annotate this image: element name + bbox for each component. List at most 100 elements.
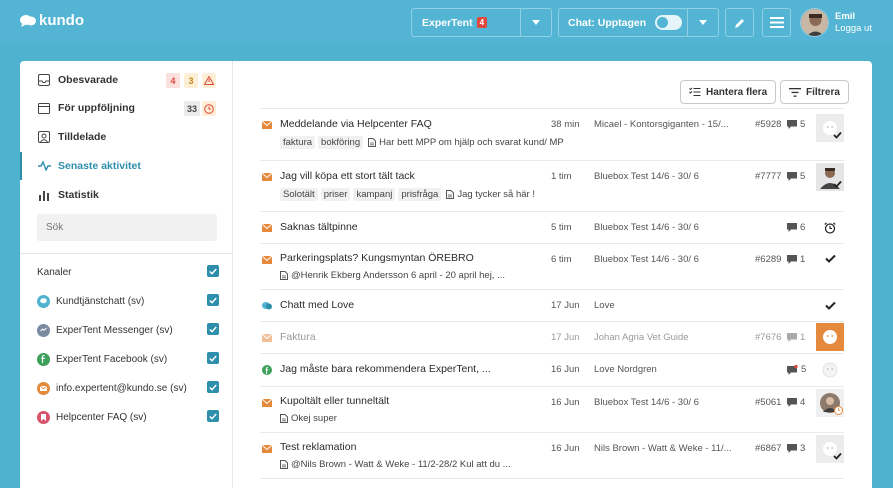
tag[interactable]: prisfråga — [398, 188, 442, 201]
alarm-clock-icon — [824, 222, 836, 234]
checkbox-channel[interactable] — [207, 381, 219, 393]
brand-label: ExperTent — [422, 16, 473, 29]
row-status — [816, 435, 844, 463]
comment-unread-icon — [787, 364, 798, 375]
mail-icon — [262, 399, 272, 407]
avatar[interactable] — [800, 8, 829, 37]
nav-label: Senaste aktivitet — [58, 160, 141, 172]
conversation-row[interactable]: Chatt med Love 17 Jun Love — [260, 289, 844, 321]
mail-icon — [37, 381, 50, 395]
checkbox-channel[interactable] — [207, 352, 219, 364]
channel-facebook[interactable]: ExperTent Facebook (sv) — [37, 351, 219, 367]
row-subject[interactable]: Meddelande via Helpcenter FAQ — [280, 118, 432, 130]
filter-label: Filtrera — [806, 86, 840, 98]
nav-unanswered[interactable]: Obesvarade 4 3 — [20, 66, 233, 94]
conversation-row[interactable]: Jag vill köpa ett stort tält tack 1 tim … — [260, 160, 844, 211]
row-time: 16 Jun — [551, 443, 580, 454]
row-subject[interactable]: Kupoltält eller tunneltält — [280, 395, 389, 407]
chat-bubbles-icon — [37, 294, 50, 308]
brand-dropdown-toggle[interactable] — [520, 9, 551, 36]
conversation-row[interactable]: Meddelande via Helpcenter FAQ 38 min Mic… — [260, 108, 844, 160]
tag[interactable]: bokföring — [318, 136, 364, 149]
chat-status-label: Chat: Upptagen — [568, 16, 647, 29]
count-urgent: 4 — [166, 73, 180, 88]
row-meta: @Nils Brown - Watt & Weke - 11/2-28/2 Ku… — [280, 459, 511, 470]
nav-followup[interactable]: För uppföljning 33 — [20, 94, 233, 122]
filter-button[interactable]: Filtrera — [780, 80, 849, 104]
nav-assigned[interactable]: Tilldelade — [20, 123, 233, 151]
user-menu[interactable]: Emil Logga ut — [800, 8, 872, 37]
row-author: Johan Agria Vet Guide — [594, 332, 689, 343]
row-subject[interactable]: Jag måste bara rekommendera ExperTent, .… — [280, 363, 491, 375]
note-icon — [446, 190, 455, 199]
count-followup: 33 — [184, 101, 200, 116]
mail-icon — [262, 173, 272, 181]
channel-label: Helpcenter FAQ (sv) — [56, 411, 147, 423]
chat-status-select[interactable]: Chat: Upptagen — [558, 8, 719, 37]
row-time: 16 Jun — [551, 364, 580, 375]
row-snippet: Jag tycker så här ! — [457, 189, 535, 200]
conversation-row[interactable]: Jag måste bara rekommendera ExperTent, .… — [260, 353, 844, 386]
manage-multiple-button[interactable]: Hantera flera — [680, 80, 777, 104]
row-time: 5 tim — [551, 222, 572, 233]
mail-icon — [262, 224, 272, 232]
checkbox-channel[interactable] — [207, 323, 219, 335]
row-author: Bluebox Test 14/6 - 30/ 6 — [594, 254, 699, 265]
conversation-row[interactable]: Test reklamation 16 Jun Nils Brown - Wat… — [260, 432, 844, 478]
chat-toggle[interactable] — [655, 15, 683, 30]
conversation-row[interactable]: Faktura 17 Jun Johan Agria Vet Guide #76… — [260, 321, 844, 353]
chevron-down-icon — [532, 20, 540, 25]
tag[interactable]: priser — [320, 188, 351, 201]
row-subject[interactable]: Test reklamation — [280, 441, 356, 453]
tag[interactable]: faktura — [280, 136, 316, 149]
chat-dropdown-toggle[interactable] — [687, 9, 718, 36]
chat-bubbles-icon — [262, 302, 272, 310]
row-comments: 5 — [787, 171, 805, 182]
menu-button[interactable] — [762, 8, 791, 37]
conversation-row[interactable]: Kupoltält eller tunneltält 16 Jun Bluebo… — [260, 386, 844, 432]
row-status — [816, 356, 844, 384]
nav-recent-activity[interactable]: Senaste aktivitet — [20, 152, 233, 180]
row-id: #7777 — [755, 171, 782, 182]
kundo-logo[interactable]: kundo — [20, 12, 84, 29]
divider — [20, 253, 233, 254]
channel-email[interactable]: info.expertent@kundo.se (sv) — [37, 380, 219, 396]
note-icon — [368, 138, 377, 147]
tag[interactable]: kampanj — [353, 188, 396, 201]
user-name: Emil — [835, 10, 856, 22]
conversation-row[interactable]: Parkeringsplats? Kungsmyntan ÖREBRO 6 ti… — [260, 243, 844, 289]
nav-statistics[interactable]: Statistik — [20, 181, 233, 209]
row-subject[interactable]: Chatt med Love — [280, 299, 354, 311]
compose-button[interactable] — [725, 8, 754, 37]
check-icon — [209, 413, 217, 420]
filter-icon — [789, 87, 801, 97]
tag[interactable]: Solotält — [280, 188, 318, 201]
comment-count: 5 — [800, 119, 806, 130]
row-id: #6289 — [755, 254, 782, 265]
row-status — [816, 323, 844, 351]
checkbox-channel[interactable] — [207, 410, 219, 422]
sidebar: Obesvarade 4 3 För uppföljning 33 Tillde… — [20, 61, 233, 488]
checkbox-all-channels[interactable] — [207, 265, 219, 277]
row-subject[interactable]: Jag vill köpa ett stort tält tack — [280, 170, 415, 182]
checkbox-channel[interactable] — [207, 294, 219, 306]
row-status — [816, 163, 844, 191]
comment-count: 1 — [800, 254, 806, 265]
brand-select[interactable]: ExperTent 4 — [411, 8, 552, 37]
note-icon — [280, 460, 288, 469]
channel-messenger[interactable]: ExperTent Messenger (sv) — [37, 322, 219, 338]
comment-icon — [787, 333, 797, 342]
conversation-row[interactable]: Saknas tältpinne 5 tim Bluebox Test 14/6… — [260, 211, 844, 243]
row-subject[interactable]: Parkeringsplats? Kungsmyntan ÖREBRO — [280, 252, 474, 264]
channel-helpcenter[interactable]: Helpcenter FAQ (sv) — [37, 409, 219, 425]
row-subject[interactable]: Faktura — [280, 331, 316, 343]
logout-link[interactable]: Logga ut — [835, 23, 872, 35]
row-subject[interactable]: Saknas tältpinne — [280, 221, 358, 233]
row-comments: 5 — [787, 364, 806, 375]
comment-icon — [787, 223, 797, 232]
row-author: Love Nordgren — [594, 364, 657, 375]
row-time: 16 Jun — [551, 397, 580, 408]
channel-chat[interactable]: Kundtjänstchatt (sv) — [37, 293, 219, 309]
inbox-icon — [37, 73, 51, 87]
search-input[interactable] — [37, 214, 217, 241]
